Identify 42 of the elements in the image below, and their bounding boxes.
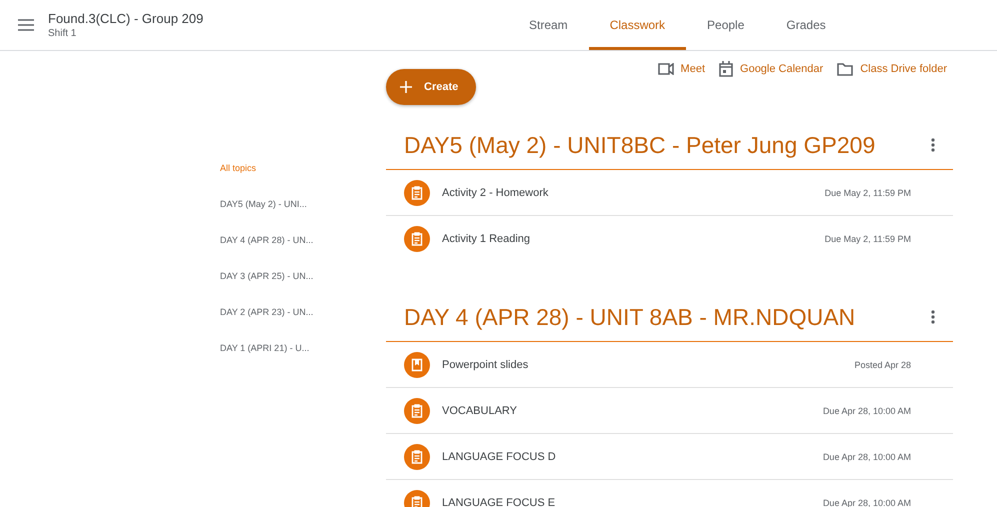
link[interactable]: Google Calendar bbox=[740, 63, 824, 75]
topic-link[interactable]: DAY 3 (APR 25) - UN... bbox=[220, 271, 386, 307]
plus-icon bbox=[400, 81, 412, 93]
class-section: Shift 1 bbox=[48, 28, 204, 39]
menu-icon[interactable] bbox=[18, 19, 34, 31]
due-date: Due Apr 28, 10:00 AM bbox=[822, 498, 911, 507]
due-date: Posted Apr 28 bbox=[854, 360, 911, 370]
topic-link[interactable]: DAY 2 (APR 23) - UN... bbox=[220, 307, 386, 343]
tab[interactable]: Stream bbox=[508, 0, 589, 50]
more-options-icon[interactable] bbox=[931, 138, 935, 152]
assignment-icon bbox=[404, 226, 430, 252]
tab[interactable]: Grades bbox=[765, 0, 847, 50]
video-camera-icon bbox=[658, 63, 674, 75]
tab[interactable]: People bbox=[686, 0, 766, 50]
assignment-icon bbox=[404, 398, 430, 424]
classwork-title[interactable]: Activity 1 Reading bbox=[442, 232, 530, 244]
classwork-title[interactable]: Activity 2 - Homework bbox=[442, 186, 548, 198]
link[interactable]: Class Drive folder bbox=[860, 63, 947, 75]
classwork-title[interactable]: LANGUAGE FOCUS E bbox=[442, 496, 556, 507]
topic-link[interactable]: All topics bbox=[220, 163, 386, 199]
topic-link[interactable]: DAY 4 (APR 28) - UN... bbox=[220, 235, 386, 271]
due-date: Due May 2, 11:59 PM bbox=[824, 234, 911, 244]
classwork-title[interactable]: VOCABULARY bbox=[442, 404, 517, 416]
topic-heading: DAY5 (May 2) - UNIT8BC - Peter Jung GP209 bbox=[404, 132, 876, 158]
due-date: Due Apr 28, 10:00 AM bbox=[822, 406, 911, 416]
folder-icon bbox=[837, 62, 854, 76]
topic-heading: DAY 4 (APR 28) - UNIT 8AB - MR.NDQUAN bbox=[404, 304, 856, 330]
calendar-icon bbox=[719, 61, 734, 77]
class-title[interactable]: Found.3(CLC) - Group 209 bbox=[48, 11, 204, 26]
create-button[interactable]: Create bbox=[386, 69, 476, 105]
due-date: Due Apr 28, 10:00 AM bbox=[822, 452, 911, 462]
due-date: Due May 2, 11:59 PM bbox=[824, 188, 911, 198]
book-icon bbox=[404, 352, 430, 378]
assignment-icon bbox=[404, 180, 430, 206]
classwork-title[interactable]: LANGUAGE FOCUS D bbox=[442, 450, 556, 462]
assignment-icon bbox=[404, 444, 430, 470]
topic-link[interactable]: DAY 1 (APRI 21) - U... bbox=[220, 343, 386, 379]
classwork-title[interactable]: Powerpoint slides bbox=[442, 358, 528, 370]
tab[interactable]: Classwork bbox=[588, 0, 686, 50]
topic-link[interactable]: DAY5 (May 2) - UNI... bbox=[220, 199, 386, 235]
link[interactable]: Meet bbox=[680, 63, 706, 75]
more-options-icon[interactable] bbox=[931, 310, 935, 324]
